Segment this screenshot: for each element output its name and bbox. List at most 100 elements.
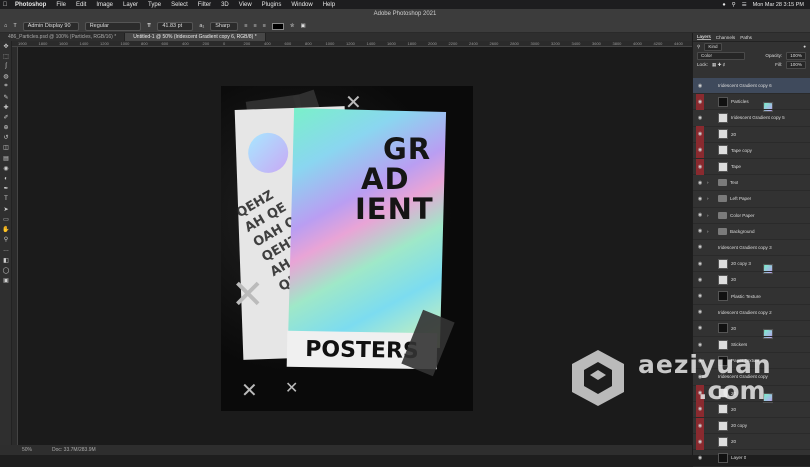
expand-chevron-icon[interactable]: › [707,180,715,185]
menu-type[interactable]: Type [143,2,166,8]
layer-row[interactable]: ◉ 20 [693,126,810,143]
visibility-eye-icon[interactable]: ◉ [696,260,704,268]
visibility-eye-icon[interactable]: ◉ [696,82,704,90]
visibility-eye-icon[interactable]: ◉ [696,292,704,300]
panel-tab-channels[interactable]: Channels [716,35,735,40]
poster-artboard[interactable]: ✕ QEHZAH QEOAH QEQEHZIAH QEHQEHZ GR AD I… [221,86,473,411]
layer-row[interactable]: ◉ Iridescent Gradient copy 2 [693,305,810,339]
menu-3d[interactable]: 3D [216,2,234,8]
type-icon[interactable]: T [0,194,12,204]
visibility-eye-icon[interactable]: ◉ [696,114,704,122]
eraser-icon[interactable]: ◫ [0,143,12,153]
layer-row[interactable]: ◉ Tape copy [693,142,810,159]
layer-row[interactable]: ◉ › Text [693,175,810,192]
clock[interactable]: Mon Mar 28 3:15 PM [753,2,804,8]
stamp-icon[interactable]: ⊕ [0,123,12,133]
marquee-icon[interactable]: ⬚ [0,51,12,61]
wifi-icon[interactable]: ● [722,2,725,8]
warp-text-icon[interactable]: ✮ [290,23,295,29]
visibility-eye-icon[interactable]: ◉ [696,433,704,450]
colors-icon[interactable]: ◧ [0,255,12,265]
menu-layer[interactable]: Layer [118,2,143,8]
menu-window[interactable]: Window [286,2,317,8]
home-icon[interactable]: ⌂ [4,23,7,29]
layer-row[interactable]: ◉ Iridescent Gradient copy 3 [693,240,810,275]
zoom-icon[interactable]: ⚲ [0,235,12,245]
visibility-eye-icon[interactable]: ◉ [696,158,704,175]
apple-icon[interactable]:  [0,2,10,8]
visibility-eye-icon[interactable]: ◉ [696,227,704,235]
visibility-eye-icon[interactable]: ◉ [696,195,704,203]
menu-select[interactable]: Select [166,2,193,8]
screenmode-icon[interactable]: ▣ [0,275,12,285]
expand-chevron-icon[interactable]: › [707,229,715,234]
search-icon[interactable]: ⚲ [732,2,736,8]
hand-icon[interactable]: ✋ [0,224,12,234]
menu-edit[interactable]: Edit [71,2,91,8]
visibility-eye-icon[interactable]: ◉ [696,142,704,159]
visibility-eye-icon[interactable]: ◉ [696,126,704,143]
visibility-eye-icon[interactable]: ◉ [696,324,704,332]
visibility-eye-icon[interactable]: ◉ [696,417,704,434]
lasso-icon[interactable]: ʃ [0,61,12,71]
healing-icon[interactable]: ✚ [0,102,12,112]
document-tab[interactable]: Untitled-1 @ 50% (Iridescent Gradient co… [125,33,266,41]
layer-row[interactable]: ◉ › Color Paper [693,208,810,224]
visibility-eye-icon[interactable]: ◉ [696,243,704,251]
visibility-eye-icon[interactable]: ◉ [696,179,704,187]
panel-tab-paths[interactable]: Paths [740,35,752,40]
move-icon[interactable]: ✥ [0,41,12,51]
menu-view[interactable]: View [234,2,257,8]
layer-row[interactable]: ◉ 20 [693,433,810,451]
align-center-icon[interactable]: ≡ [253,23,256,29]
layer-row[interactable]: ◉ Plastic Texture [693,288,810,305]
expand-chevron-icon[interactable]: › [707,196,715,201]
layer-row[interactable]: ◉ › Background [693,224,810,240]
align-right-icon[interactable]: ≡ [263,23,266,29]
quick-select-icon[interactable]: ◍ [0,72,12,82]
filter-toggle-icon[interactable]: ● [803,44,806,49]
visibility-eye-icon[interactable]: ◉ [696,308,704,316]
quickmask-icon[interactable]: ◯ [0,265,12,275]
layer-row[interactable]: ◉ 20 copy [693,417,810,435]
font-style-select[interactable]: Regular [84,21,141,31]
rectangle-icon[interactable]: ▭ [0,214,12,224]
layer-row[interactable]: ◉ 20 [693,321,810,337]
expand-chevron-icon[interactable]: › [707,213,715,218]
document-size[interactable]: Doc: 33.7M/283.9M [52,447,96,453]
font-family-select[interactable]: Admin Display 90 [22,21,79,31]
gradient-icon[interactable]: ▤ [0,153,12,163]
layer-row[interactable]: ◉ 20 [693,272,810,289]
layer-row[interactable]: ◉ Iridescent Gradient copy 6 [693,78,810,113]
menu-app-name[interactable]: Photoshop [10,2,51,8]
menu-plugins[interactable]: Plugins [257,2,287,8]
visibility-eye-icon[interactable]: ◉ [696,211,704,219]
visibility-eye-icon[interactable]: ◉ [696,93,704,110]
kind-select[interactable]: Kind [704,42,722,51]
antialias-select[interactable]: Sharp [210,21,239,31]
control-center-icon[interactable]: ☰ [742,2,747,8]
layer-row[interactable]: ◉ Tape [693,158,810,176]
history-brush-icon[interactable]: ↺ [0,133,12,143]
panel-tab-layers[interactable]: Layers [697,34,711,40]
layer-row[interactable]: ◉ Particles [693,93,810,111]
dodge-icon[interactable]: ◐ [0,173,12,183]
path-select-icon[interactable]: ➤ [0,204,12,214]
visibility-eye-icon[interactable]: ◉ [696,454,704,462]
character-panel-icon[interactable]: ▣ [301,23,306,29]
fill-input[interactable]: 100% [786,60,806,69]
menu-filter[interactable]: Filter [193,2,216,8]
brush-icon[interactable]: ✐ [0,112,12,122]
more-icon[interactable]: … [0,245,12,255]
layer-row[interactable]: ◉ › Left Paper [693,191,810,208]
layer-row[interactable]: ◉ 20 copy 3 [693,256,810,273]
visibility-eye-icon[interactable]: ◉ [696,276,704,284]
eyedropper-icon[interactable]: ✎ [0,92,12,102]
pen-icon[interactable]: ✒ [0,184,12,194]
layer-row[interactable]: ◉ Iridescent Gradient copy 5 [693,110,810,127]
menu-file[interactable]: File [51,2,71,8]
opacity-input[interactable]: 100% [786,51,806,60]
font-size-select[interactable]: 41.83 pt [157,21,194,31]
text-color-swatch[interactable] [271,22,284,30]
menu-help[interactable]: Help [318,2,340,8]
